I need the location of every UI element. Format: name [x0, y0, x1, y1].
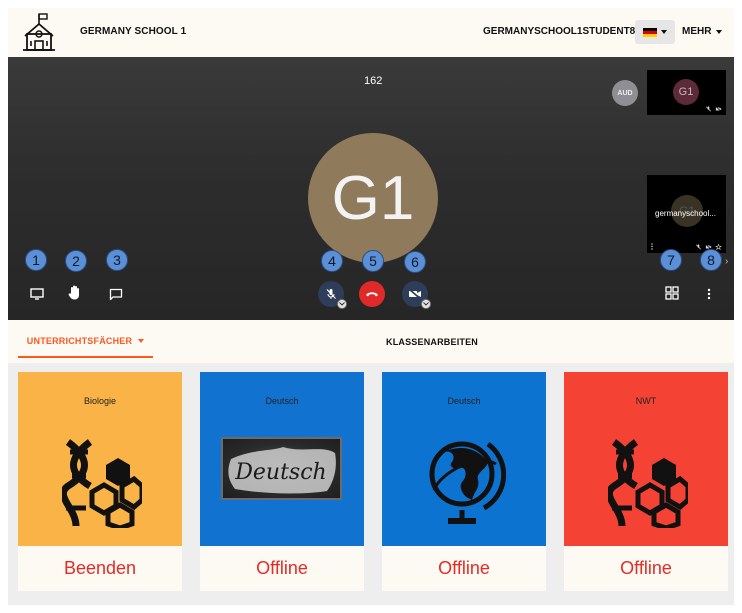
more-vertical-icon: [707, 288, 711, 300]
audio-only-badge: AUD: [612, 80, 638, 106]
camera-off-icon: [408, 288, 422, 300]
hangup-button[interactable]: [359, 281, 385, 307]
subject-card-cover: Deutsch Deutsch: [200, 372, 364, 546]
annotation-badge: 2: [65, 250, 87, 272]
globe-icon: [429, 441, 506, 524]
chevron-down-icon[interactable]: [421, 299, 431, 309]
annotation-badge: 7: [660, 249, 682, 271]
grid-layout-button[interactable]: [662, 283, 682, 303]
subject-card-cover: NWT: [564, 372, 728, 546]
chevron-down-icon: [661, 30, 667, 34]
participant-thumbnail[interactable]: G1: [647, 70, 726, 115]
chevron-down-icon[interactable]: [337, 299, 347, 309]
participant-thumbnail[interactable]: G1 germanyschool...: [647, 175, 726, 253]
microphone-toggle-button[interactable]: [318, 281, 347, 309]
subject-name: Deutsch: [265, 396, 299, 406]
more-options-button[interactable]: [699, 284, 719, 304]
chat-button[interactable]: [106, 284, 126, 304]
dna-icon: [62, 439, 142, 528]
annotation-badge: 6: [404, 251, 426, 273]
hangup-icon: [366, 292, 378, 297]
subject-card[interactable]: NWT Offline: [564, 372, 728, 591]
subject-name: Deutsch: [447, 396, 481, 406]
chat-icon: [109, 288, 123, 300]
tab-label: UNTERRICHTSFÄCHER: [26, 336, 133, 346]
subject-tabbar: UNTERRICHTSFÄCHER KLASSENARBEITEN: [8, 320, 734, 363]
thumbnail-participant-name: germanyschool...: [655, 209, 716, 218]
status-label: Offline: [256, 558, 308, 578]
chalkboard-text: Deutsch: [234, 460, 326, 485]
chalkboard-image: Deutsch: [221, 437, 342, 500]
tab-unterrichtsfaecher[interactable]: UNTERRICHTSFÄCHER: [18, 326, 153, 358]
dna-icon: [608, 439, 688, 528]
status-label: Beenden: [63, 558, 137, 578]
raise-hand-button[interactable]: [65, 282, 85, 302]
chevron-down-icon: [716, 29, 723, 34]
school-name: GERMANY SCHOOL 1: [80, 26, 187, 37]
grid-layout-icon: [665, 286, 679, 300]
subject-cards-area: Biologie Beenden Deutsch Deutsch Offline…: [8, 363, 734, 605]
more-label: MEHR: [682, 26, 712, 37]
mic-muted-icon: [696, 244, 701, 250]
subject-card-cover: Deutsch: [382, 372, 546, 546]
annotation-badge: 8: [700, 249, 722, 271]
thumbnail-avatar: G1: [673, 79, 699, 105]
more-vertical-icon[interactable]: [651, 243, 653, 250]
user-name: GERMANYSCHOOL1STUDENT8: [483, 26, 636, 37]
star-icon: [715, 244, 722, 250]
annotation-badge: 5: [362, 250, 384, 272]
tab-klassenarbeiten[interactable]: KLASSENARBEITEN: [386, 337, 478, 347]
subject-card-cover: Biologie: [18, 372, 182, 546]
status-label: Offline: [438, 558, 490, 578]
video-conference-stage: 162 G1 AUD G1 G1 germanyschool... › 1 2 …: [8, 57, 734, 320]
mic-muted-icon: [706, 106, 711, 112]
annotation-badge: 1: [25, 249, 47, 271]
chevron-right-icon[interactable]: ›: [725, 256, 728, 267]
annotation-badge: 3: [106, 249, 128, 271]
app-header: GERMANY SCHOOL 1 GERMANYSCHOOL1STUDENT8 …: [8, 8, 734, 57]
german-flag-icon: [643, 27, 657, 37]
subject-name: NWT: [635, 396, 657, 406]
more-menu-button[interactable]: MEHR: [682, 26, 723, 37]
status-label: Offline: [620, 558, 672, 578]
screen-share-icon: [30, 288, 44, 300]
screen-share-button[interactable]: [27, 284, 47, 304]
thumbnail-status-icons: [705, 106, 722, 112]
mic-muted-icon: [326, 289, 336, 299]
language-selector[interactable]: [635, 20, 675, 44]
subject-card[interactable]: Biologie Beenden: [18, 372, 182, 591]
camera-off-icon: [715, 106, 722, 112]
subject-card[interactable]: Deutsch Offline: [382, 372, 546, 591]
annotation-badge: 4: [321, 250, 343, 272]
camera-toggle-button[interactable]: [402, 281, 431, 309]
subject-name: Biologie: [83, 396, 117, 406]
participant-count: 162: [364, 75, 383, 87]
page: GERMANY SCHOOL 1 GERMANYSCHOOL1STUDENT8 …: [0, 0, 742, 613]
main-speaker-avatar: G1: [308, 133, 438, 263]
subject-card[interactable]: Deutsch Deutsch Offline: [200, 372, 364, 591]
school-logo-icon[interactable]: [22, 12, 56, 52]
raise-hand-icon: [68, 285, 79, 300]
chevron-down-icon: [138, 339, 145, 343]
